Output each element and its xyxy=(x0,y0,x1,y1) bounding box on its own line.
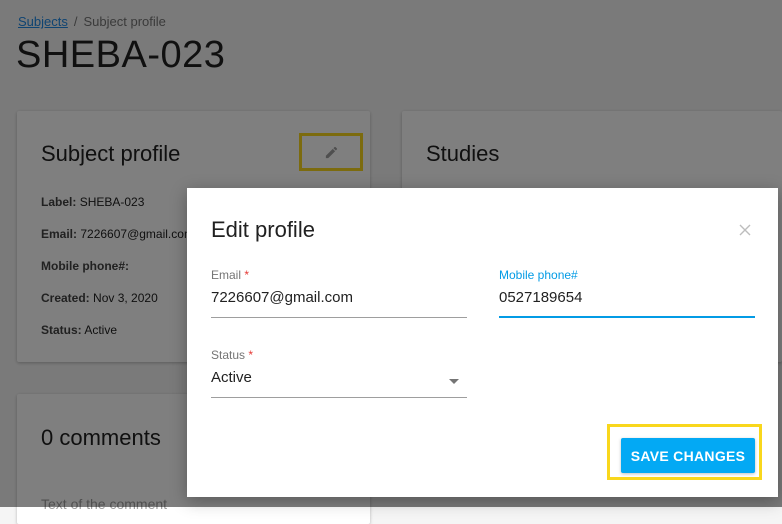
status-label: Status * xyxy=(211,348,254,362)
status-value: Active xyxy=(211,369,252,386)
email-value: 7226607@gmail.com xyxy=(211,289,353,306)
status-select[interactable]: Status * Active xyxy=(211,348,467,398)
mobile-phone-field[interactable]: Mobile phone# 0527189654 xyxy=(499,268,755,318)
save-button-highlight: SAVE CHANGES xyxy=(607,424,762,480)
mobile-phone-label: Mobile phone# xyxy=(499,268,578,282)
edit-profile-dialog: Edit profile Email * 7226607@gmail.com M… xyxy=(187,188,778,497)
email-underline xyxy=(211,317,467,318)
email-label: Email * xyxy=(211,268,250,282)
email-field[interactable]: Email * 7226607@gmail.com xyxy=(211,268,467,318)
dialog-title: Edit profile xyxy=(211,217,315,242)
close-icon[interactable] xyxy=(737,222,753,238)
chevron-down-icon xyxy=(449,379,459,384)
mobile-phone-underline xyxy=(499,316,755,318)
save-changes-button[interactable]: SAVE CHANGES xyxy=(621,438,755,473)
mobile-phone-value: 0527189654 xyxy=(499,289,583,306)
status-underline xyxy=(211,397,467,398)
